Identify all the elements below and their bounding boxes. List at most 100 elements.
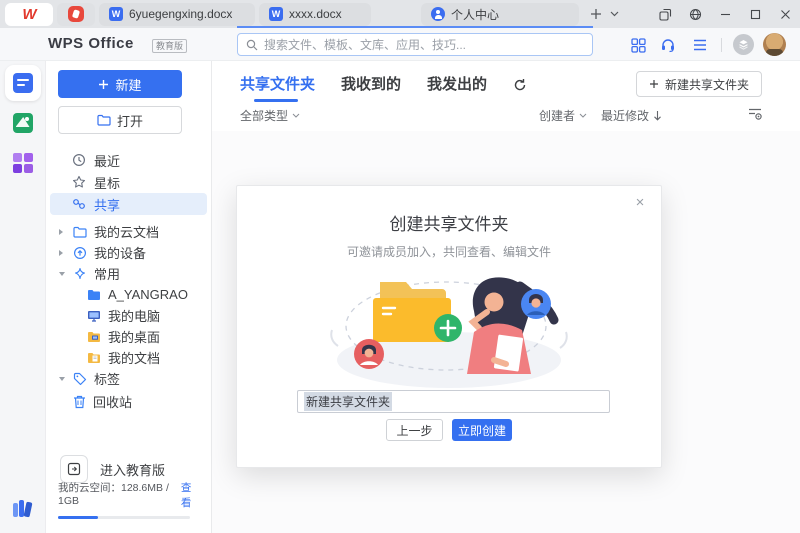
filter-label: 全部类型 [240, 107, 288, 124]
strip-item-apps[interactable] [5, 145, 41, 181]
new-shared-folder-label: 新建共享文件夹 [665, 76, 749, 93]
new-document-button[interactable]: 新建 [58, 70, 182, 98]
member-badge-icon[interactable] [733, 34, 754, 55]
filter-creator[interactable]: 创建者 [539, 107, 587, 124]
tree-item-folder-a-yangrao[interactable]: A_YANGRAO [50, 284, 207, 305]
tab-sent[interactable]: 我发出的 [427, 73, 487, 102]
tab-label: 我收到的 [341, 76, 401, 93]
cloud-folder-icon [73, 226, 87, 238]
tab-list-chevron-icon[interactable] [607, 3, 621, 25]
chevron-down-icon [579, 113, 587, 118]
user-avatar[interactable] [763, 33, 786, 56]
tab-label: 共享文件夹 [240, 76, 315, 93]
sidebar-item-trash[interactable]: 回收站 [50, 391, 207, 412]
edition-badge: 教育版 [152, 39, 187, 53]
document-tab-1[interactable]: W 6yuegengxing.docx [99, 3, 255, 26]
sidebar-item-starred[interactable]: 星标 [50, 171, 207, 193]
cloud-space: 我的云空间：128.6MB / 1GB 查看 [58, 480, 200, 519]
divider [721, 38, 722, 52]
dialog-subtitle: 可邀请成员加入，共同查看、编辑文件 [237, 243, 661, 260]
chevron-down-icon [58, 376, 66, 382]
sidebar-item-label: 最近 [94, 151, 120, 170]
personal-center-label: 个人中心 [451, 6, 499, 23]
tree-item-tags[interactable]: 标签 [50, 368, 207, 389]
workspace-switch-icon[interactable] [650, 0, 680, 28]
tab-received[interactable]: 我收到的 [341, 73, 401, 102]
home-tab[interactable]: W [5, 3, 53, 26]
tree-item-my-documents[interactable]: 我的文档 [50, 347, 207, 368]
sidebar-item-label: 共享 [94, 195, 120, 214]
open-file-button[interactable]: 打开 [58, 106, 182, 134]
tree-item-label: 我的文档 [108, 348, 160, 367]
tree-item-cloud-docs[interactable]: 我的云文档 [50, 221, 207, 242]
refresh-icon[interactable] [513, 78, 527, 92]
new-tab-button[interactable] [585, 3, 607, 25]
strip-item-pictures[interactable] [5, 105, 41, 141]
docer-tab[interactable] [57, 3, 95, 26]
sidebar-item-shared[interactable]: 共享 [50, 193, 207, 215]
edu-edition-entry[interactable]: 进入教育版 [60, 455, 165, 483]
edu-entry-icon [60, 455, 88, 483]
picture-app-icon [13, 113, 33, 133]
filter-label: 创建者 [539, 107, 575, 124]
tree-item-devices[interactable]: 我的设备 [50, 242, 207, 263]
folder-icon [87, 289, 101, 301]
filter-all-types[interactable]: 全部类型 [240, 107, 300, 124]
open-file-label: 打开 [117, 111, 143, 130]
wps-office-logo: WPS Office [48, 35, 134, 52]
tree-item-label: 常用 [94, 264, 120, 283]
create-shared-folder-illustration [324, 268, 574, 390]
main-tabs: 共享文件夹 我收到的 我发出的 [240, 73, 527, 102]
create-now-button[interactable]: 立即创建 [452, 419, 512, 441]
back-button[interactable]: 上一步 [386, 419, 443, 441]
docs-home-icon [13, 73, 33, 93]
folder-open-icon [97, 114, 111, 126]
personal-center-tab[interactable]: 个人中心 [421, 3, 579, 26]
tree-item-label: 我的云文档 [94, 222, 159, 241]
folder-name-input[interactable]: 新建共享文件夹 [297, 390, 610, 413]
minimize-button[interactable] [710, 0, 740, 28]
cloud-space-view-link[interactable]: 查看 [181, 480, 200, 510]
tree-item-label: A_YANGRAO [108, 287, 188, 302]
strip-item-docs[interactable] [5, 65, 41, 101]
wps-logo-icon: W [22, 6, 35, 23]
tree-item-my-desktop[interactable]: 我的桌面 [50, 326, 207, 347]
tree-item-frequent[interactable]: 常用 [50, 263, 207, 284]
sort-label: 最近修改 [601, 107, 649, 124]
document-tab-2[interactable]: W xxxx.docx [259, 3, 371, 26]
support-headset-icon[interactable] [656, 33, 680, 57]
writer-doc-icon: W [269, 7, 283, 21]
components-app-icon [13, 153, 33, 173]
sidebar-item-recent[interactable]: 最近 [50, 149, 207, 171]
app-strip [0, 61, 46, 533]
close-button[interactable] [770, 0, 800, 28]
share-icon [72, 197, 86, 211]
maximize-button[interactable] [740, 0, 770, 28]
titlebar: W W 6yuegengxing.docx W xxxx.docx 个人中心 [0, 0, 800, 28]
trash-label: 回收站 [93, 392, 132, 411]
dialog-title: 创建共享文件夹 [237, 210, 661, 235]
docer-icon [68, 6, 84, 22]
new-shared-folder-button[interactable]: 新建共享文件夹 [636, 71, 762, 97]
tab-label: 我发出的 [427, 76, 487, 93]
apps-grid-icon[interactable] [626, 33, 650, 57]
document-tab-label: xxxx.docx [289, 7, 342, 21]
arrow-down-icon [653, 110, 662, 121]
menu-icon[interactable] [688, 33, 712, 57]
tab-shared-folders[interactable]: 共享文件夹 [240, 73, 315, 102]
wps-office-window: W W 6yuegengxing.docx W xxxx.docx 个人中心 [0, 0, 800, 533]
globe-icon[interactable] [680, 0, 710, 28]
list-settings-icon[interactable] [748, 107, 762, 120]
search-input[interactable] [264, 38, 584, 52]
create-shared-folder-dialog: × 创建共享文件夹 可邀请成员加入，共同查看、编辑文件 [236, 185, 662, 468]
library-icon[interactable] [13, 499, 33, 517]
cloud-space-label: 我的云空间：128.6MB / 1GB [58, 480, 181, 510]
dialog-close-icon[interactable]: × [631, 194, 649, 212]
star-icon [72, 175, 86, 189]
sort-recently-modified[interactable]: 最近修改 [601, 107, 662, 124]
tree-item-my-computer[interactable]: 我的电脑 [50, 305, 207, 326]
search-box[interactable] [237, 33, 593, 56]
folder-name-value: 新建共享文件夹 [304, 392, 392, 411]
sidebar-tree: 我的云文档 我的设备 常用 A_YANGRAO [50, 221, 207, 389]
tag-icon [73, 372, 87, 386]
